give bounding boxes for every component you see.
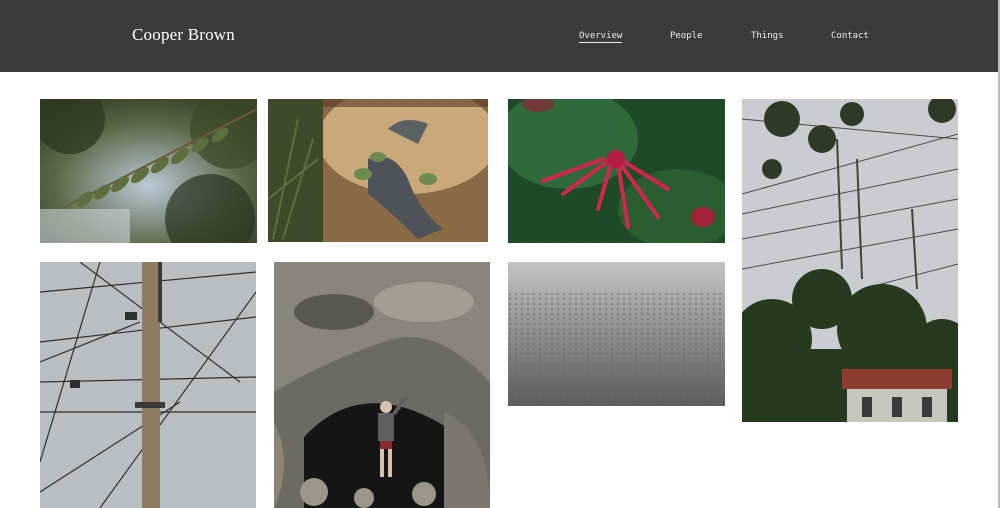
nav-things[interactable]: Things: [751, 31, 784, 41]
photo-tree-wires[interactable]: [742, 99, 958, 422]
site-title[interactable]: Cooper Brown: [132, 25, 235, 45]
site-header: Cooper Brown Overview People Things Cont…: [0, 0, 998, 72]
photo-textured-surface[interactable]: [508, 262, 725, 406]
photo-plant-glove[interactable]: [268, 99, 488, 242]
nav-people[interactable]: People: [670, 31, 703, 41]
photo-cave-figure[interactable]: [274, 262, 490, 508]
nav-overview[interactable]: Overview: [579, 31, 623, 43]
nav-contact[interactable]: Contact: [831, 31, 869, 41]
photo-red-flower[interactable]: [508, 99, 725, 243]
photo-leaf-branch[interactable]: [40, 99, 257, 243]
photo-utility-pole[interactable]: [40, 262, 256, 508]
